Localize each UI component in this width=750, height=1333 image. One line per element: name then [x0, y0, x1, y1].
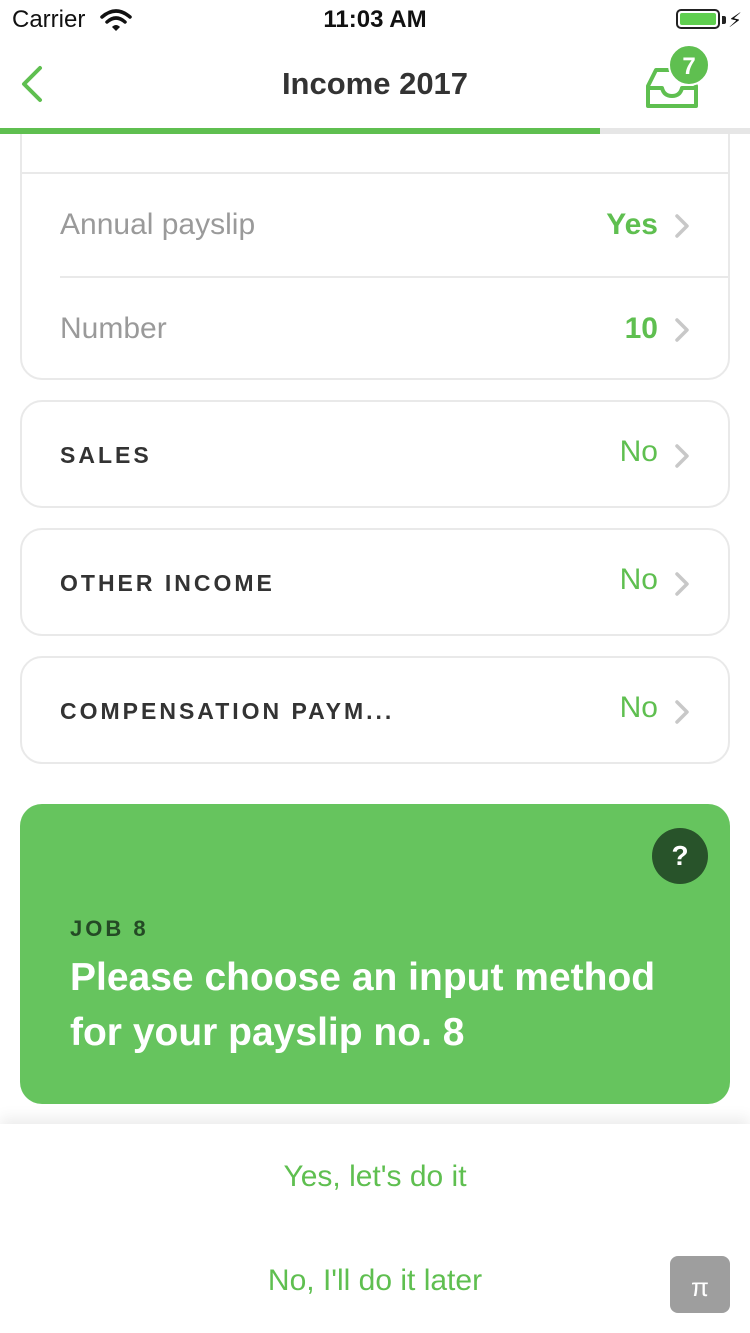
progress-fill	[0, 128, 600, 134]
chevron-right-icon	[675, 572, 689, 596]
help-button[interactable]: ?	[652, 828, 708, 884]
row-value: Yes	[606, 208, 658, 241]
section-label: SALES	[60, 442, 152, 468]
payslip-card: Annual payslip Yes Number 10	[20, 134, 730, 380]
confirm-button[interactable]: Yes, let's do it	[0, 1160, 750, 1194]
section-other-income[interactable]: OTHER INCOME No	[20, 528, 730, 636]
section-value: No	[619, 435, 658, 468]
section-label: OTHER INCOME	[60, 570, 275, 596]
section-label: COMPENSATION PAYM...	[60, 698, 395, 724]
number-row[interactable]: Number 10	[60, 278, 692, 380]
section-sales[interactable]: SALES No	[20, 400, 730, 508]
row-label: Annual payslip	[60, 208, 256, 241]
battery-tip	[722, 16, 726, 24]
charging-icon: ⚡	[727, 10, 742, 32]
job-label: JOB 8	[70, 916, 149, 941]
annual-payslip-row[interactable]: Annual payslip Yes	[60, 174, 692, 276]
pi-button[interactable]: π	[670, 1256, 730, 1313]
inbox-badge: 7	[668, 44, 710, 86]
progress-bar	[0, 128, 750, 134]
navigation-bar: Income 2017 7	[0, 40, 750, 128]
row-label: Number	[60, 312, 167, 345]
later-button[interactable]: No, I'll do it later	[0, 1264, 750, 1298]
chevron-right-icon	[675, 444, 689, 468]
battery-icon	[676, 9, 720, 29]
page-title: Income 2017	[281, 66, 469, 101]
chevron-right-icon	[675, 700, 689, 724]
screen: Carrier 11:03 AM ⚡ Income 2017 7 Annual …	[0, 0, 750, 1333]
section-value: No	[619, 691, 658, 724]
clock: 11:03 AM	[323, 6, 427, 33]
status-bar: Carrier 11:03 AM ⚡	[0, 0, 750, 40]
section-compensation-payments[interactable]: COMPENSATION PAYM... No	[20, 656, 730, 764]
job-prompt-card: ? JOB 8 Please choose an input method fo…	[20, 804, 730, 1104]
job-prompt-text: Please choose an input method for your p…	[70, 956, 656, 1054]
chevron-right-icon	[675, 214, 689, 238]
section-value: No	[619, 563, 658, 596]
chevron-right-icon	[675, 318, 689, 342]
battery-level	[680, 13, 716, 25]
row-value: 10	[624, 312, 658, 345]
action-sheet: Yes, let's do it No, I'll do it later	[0, 1124, 750, 1333]
